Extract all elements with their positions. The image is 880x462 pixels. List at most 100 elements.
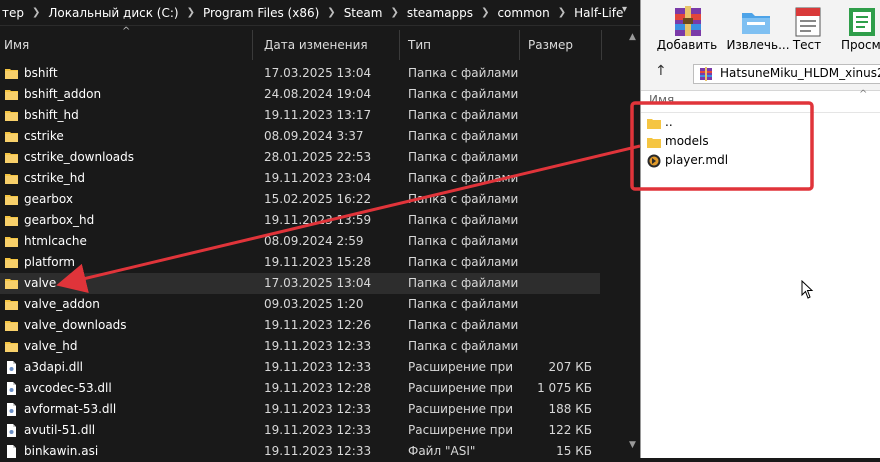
cell-type: Папка с файлами: [408, 297, 519, 311]
column-date[interactable]: Дата изменения: [258, 30, 400, 60]
view-button[interactable]: Просмо: [835, 0, 880, 58]
cell-date: 08.09.2024 3:37: [264, 129, 364, 143]
chevron-right-icon[interactable]: ❯: [384, 7, 404, 18]
cell-date: 17.03.2025 13:04: [264, 66, 372, 80]
table-row[interactable]: binkawin.asi 19.11.2023 12:33 Файл "ASI" 15…: [0, 441, 600, 462]
cell-name: platform: [24, 255, 75, 269]
cell-name: avcodec-53.dll: [24, 381, 112, 395]
chevron-right-icon[interactable]: ❯: [26, 7, 46, 18]
table-row[interactable]: cstrike 08.09.2024 3:37 Папка с файлами: [0, 126, 600, 147]
breadcrumb-item[interactable]: steamapps: [405, 6, 475, 20]
file-explorer-window: тер ❯ Локальный диск (C:) ❯ Program File…: [0, 0, 640, 458]
cell-size: 15 КБ: [556, 444, 592, 458]
chevron-right-icon[interactable]: ❯: [321, 7, 341, 18]
breadcrumb-item[interactable]: тер: [0, 6, 26, 20]
chevron-right-icon[interactable]: ❯: [475, 7, 495, 18]
cell-date: 19.11.2023 12:33: [264, 423, 372, 437]
archive-item-name: models: [665, 134, 709, 148]
table-row[interactable]: cstrike_downloads 28.01.2025 22:53 Папка с…: [0, 147, 600, 168]
table-row[interactable]: gearbox 15.02.2025 16:22 Папка с файлами: [0, 189, 600, 210]
table-row[interactable]: cstrike_hd 19.11.2023 23:04 Папка с файлам…: [0, 168, 600, 189]
folder-icon: [5, 216, 18, 226]
cell-name: cstrike: [24, 129, 64, 143]
cell-name: a3dapi.dll: [24, 360, 84, 374]
add-button[interactable]: Добавить: [649, 0, 725, 58]
cell-type: Папка с файлами: [408, 234, 519, 248]
table-row[interactable]: htmlcache 08.09.2024 2:59 Папка с файлами: [0, 231, 600, 252]
address-bar[interactable]: тер ❯ Локальный диск (C:) ❯ Program File…: [0, 0, 640, 26]
scroll-down-icon[interactable]: ▼: [629, 440, 636, 450]
table-row[interactable]: bshift_addon 24.08.2024 19:04 Папка с файл…: [0, 84, 600, 105]
column-size[interactable]: Размер: [522, 30, 602, 60]
scroll-up-icon[interactable]: ▲: [629, 32, 636, 42]
breadcrumb-item[interactable]: common: [495, 6, 551, 20]
cell-size: 122 КБ: [548, 423, 592, 437]
archive-column-header[interactable]: Имя ^: [641, 89, 880, 113]
table-row[interactable]: avcodec-53.dll 19.11.2023 12:28 Расширение…: [0, 378, 600, 399]
table-row[interactable]: platform 19.11.2023 15:28 Папка с файлами: [0, 252, 600, 273]
table-row[interactable]: valve_hd 19.11.2023 12:33 Папка с файлами: [0, 336, 600, 357]
cell-name: gearbox: [24, 192, 73, 206]
cell-name: htmlcache: [24, 234, 87, 248]
cell-name: valve: [24, 276, 57, 290]
breadcrumb-item[interactable]: Steam: [342, 6, 385, 20]
dll-file-icon: [7, 361, 16, 374]
cell-name: bshift_addon: [24, 87, 102, 101]
test-button[interactable]: Тест: [787, 0, 827, 58]
table-row[interactable]: avutil-51.dll 19.11.2023 12:33 Расширение …: [0, 420, 600, 441]
cell-type: Папка с файлами: [408, 192, 519, 206]
archive-item-player-mdl[interactable]: player.mdl: [641, 152, 880, 171]
cell-name: binkawin.asi: [24, 444, 99, 458]
table-row[interactable]: gearbox_hd 19.11.2023 13:59 Папка с файлам…: [0, 210, 600, 231]
table-row[interactable]: a3dapi.dll 19.11.2023 12:33 Расширение при…: [0, 357, 600, 378]
archive-item-models[interactable]: models: [641, 133, 880, 152]
cell-name: avformat-53.dll: [24, 402, 117, 416]
cell-size: 188 КБ: [548, 402, 592, 416]
table-row[interactable]: avformat-53.dll 19.11.2023 12:33 Расширени…: [0, 399, 600, 420]
table-row[interactable]: valve 17.03.2025 13:04 Папка с файлами: [0, 273, 600, 294]
archive-column-name: Имя: [649, 93, 675, 107]
chevron-right-icon[interactable]: ❯: [552, 7, 572, 18]
cell-date: 28.01.2025 22:53: [264, 150, 372, 164]
rar-archive-icon: [700, 67, 712, 81]
column-name[interactable]: Имя: [0, 30, 253, 60]
breadcrumb-item[interactable]: Локальный диск (C:): [46, 6, 180, 20]
archive-path-field[interactable]: HatsuneMiku_HLDM_xinus22_v: [693, 64, 880, 84]
cell-type: Файл "ASI": [408, 444, 476, 458]
breadcrumb-item[interactable]: Half-Life: [572, 6, 625, 20]
cell-type: Папка с файлами: [408, 171, 519, 185]
cell-name: valve_downloads: [24, 318, 127, 332]
cell-type: Папка с файлами: [408, 276, 519, 290]
mdl-file-icon: [647, 154, 661, 168]
archive-item-parent[interactable]: ..: [641, 114, 880, 133]
cell-date: 19.11.2023 12:33: [264, 444, 372, 458]
column-header-row: ^ Имя Дата изменения Тип Размер: [0, 26, 640, 60]
cell-date: 19.11.2023 13:17: [264, 108, 372, 122]
folder-icon: [647, 119, 661, 129]
chevron-right-icon[interactable]: ❯: [181, 7, 201, 18]
address-dropdown-icon[interactable]: ▾: [622, 4, 627, 15]
table-row[interactable]: bshift_hd 19.11.2023 13:17 Папка с файлами: [0, 105, 600, 126]
vertical-scrollbar[interactable]: ▲ ▼: [626, 30, 640, 458]
breadcrumb: тер ❯ Локальный диск (C:) ❯ Program File…: [0, 0, 625, 25]
cell-size: 1 075 КБ: [537, 381, 592, 395]
column-type[interactable]: Тип: [402, 30, 520, 60]
cell-date: 08.09.2024 2:59: [264, 234, 364, 248]
winrar-toolbar: Добавить Извлечь... Тест Просм: [641, 0, 880, 59]
cell-type: Папка с файлами: [408, 108, 519, 122]
extract-icon: [742, 13, 770, 34]
cell-date: 19.11.2023 12:33: [264, 339, 372, 353]
cell-size: 207 КБ: [548, 360, 592, 374]
breadcrumb-item[interactable]: Program Files (x86): [201, 6, 321, 20]
cell-date: 19.11.2023 12:33: [264, 360, 372, 374]
table-row[interactable]: bshift 17.03.2025 13:04 Папка с файлами: [0, 63, 600, 84]
dll-file-icon: [7, 424, 16, 437]
sort-ascending-icon: ^: [859, 89, 868, 100]
cell-name: valve_hd: [24, 339, 78, 353]
table-row[interactable]: valve_downloads 19.11.2023 12:26 Папка с ф…: [0, 315, 600, 336]
table-row[interactable]: valve_addon 09.03.2025 1:20 Папка с файлам…: [0, 294, 600, 315]
up-folder-icon[interactable]: ↑: [655, 63, 667, 79]
extract-button[interactable]: Извлечь...: [723, 0, 793, 58]
folder-icon: [5, 153, 18, 163]
dll-file-icon: [7, 403, 16, 416]
